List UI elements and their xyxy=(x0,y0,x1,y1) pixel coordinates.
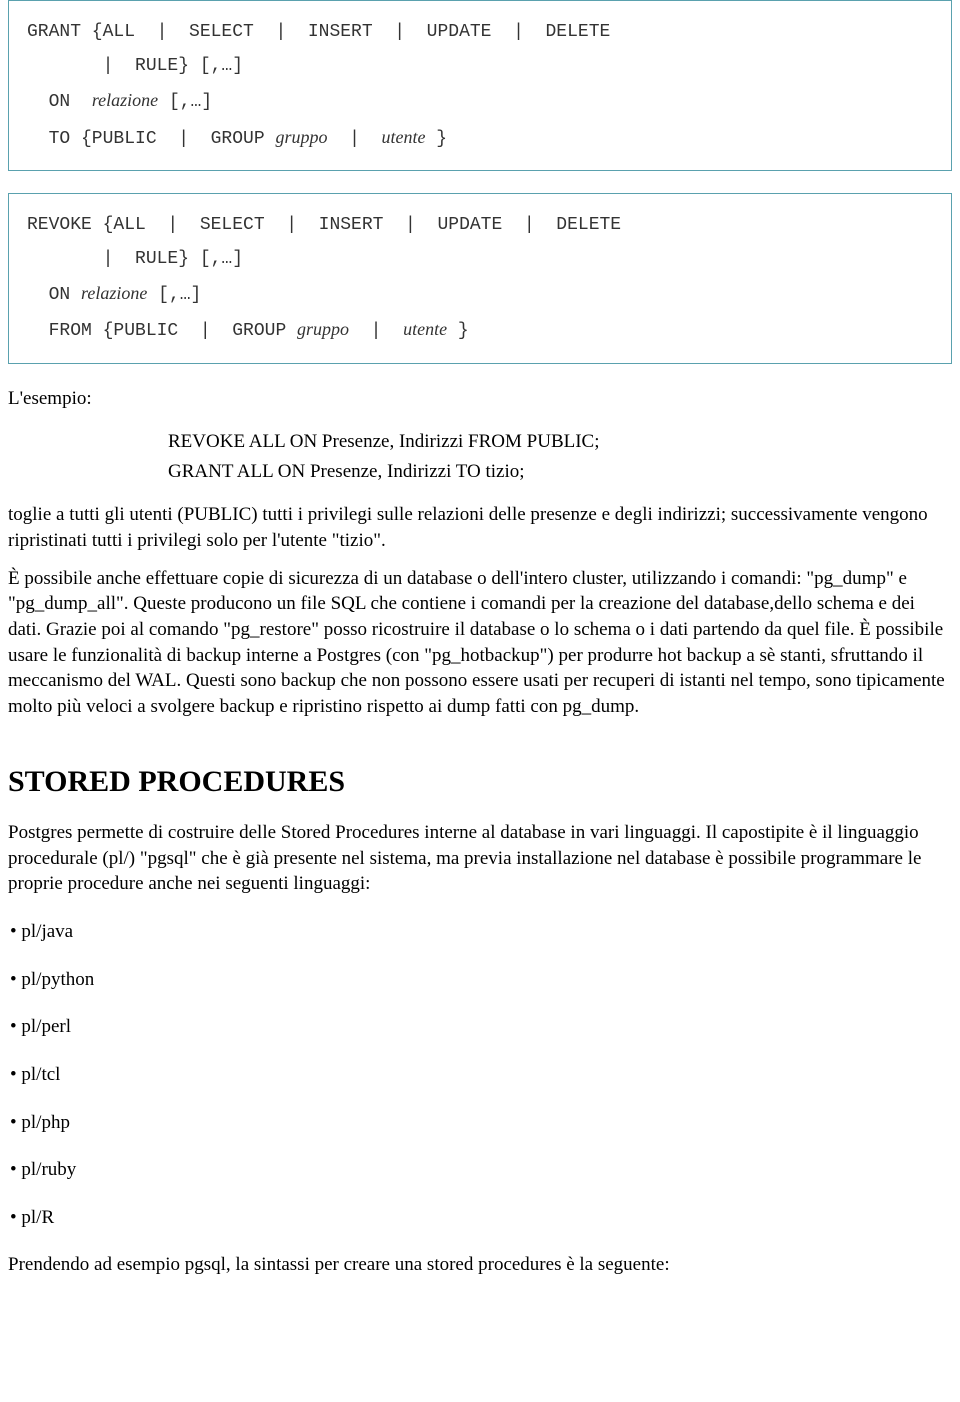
list-item: pl/ruby xyxy=(10,1157,952,1183)
example-block: REVOKE ALL ON Presenze, Indirizzi FROM P… xyxy=(8,429,952,484)
list-item: pl/R xyxy=(10,1205,952,1231)
paragraph-3: Postgres permette di costruire delle Sto… xyxy=(8,820,952,897)
list-item: pl/tcl xyxy=(10,1062,952,1088)
grant-line-1: GRANT {ALL | SELECT | INSERT | UPDATE | … xyxy=(27,15,933,49)
list-item: pl/python xyxy=(10,967,952,993)
grant-line-3: ON relazione [,…] xyxy=(27,83,933,119)
section-heading-stored-procedures: STORED PROCEDURES xyxy=(8,762,952,803)
list-item: pl/perl xyxy=(10,1014,952,1040)
revoke-line-1: REVOKE {ALL | SELECT | INSERT | UPDATE |… xyxy=(27,208,933,242)
grant-line-4: TO {PUBLIC | GROUP gruppo | utente } xyxy=(27,120,933,156)
revoke-syntax-box: REVOKE {ALL | SELECT | INSERT | UPDATE |… xyxy=(8,193,952,364)
example-line-2: GRANT ALL ON Presenze, Indirizzi TO tizi… xyxy=(168,459,952,485)
language-list: pl/java pl/python pl/perl pl/tcl pl/php … xyxy=(8,919,952,1230)
list-item: pl/php xyxy=(10,1110,952,1136)
revoke-line-2: | RULE} [,…] xyxy=(27,242,933,276)
revoke-line-4: FROM {PUBLIC | GROUP gruppo | utente } xyxy=(27,312,933,348)
grant-line-2: | RULE} [,…] xyxy=(27,49,933,83)
paragraph-1: toglie a tutti gli utenti (PUBLIC) tutti… xyxy=(8,502,952,553)
paragraph-2: È possibile anche effettuare copie di si… xyxy=(8,566,952,720)
grant-syntax-box: GRANT {ALL | SELECT | INSERT | UPDATE | … xyxy=(8,0,952,171)
list-item: pl/java xyxy=(10,919,952,945)
example-line-1: REVOKE ALL ON Presenze, Indirizzi FROM P… xyxy=(168,429,952,455)
example-intro: L'esempio: xyxy=(8,386,952,412)
revoke-line-3: ON relazione [,…] xyxy=(27,276,933,312)
paragraph-4: Prendendo ad esempio pgsql, la sintassi … xyxy=(8,1252,952,1278)
